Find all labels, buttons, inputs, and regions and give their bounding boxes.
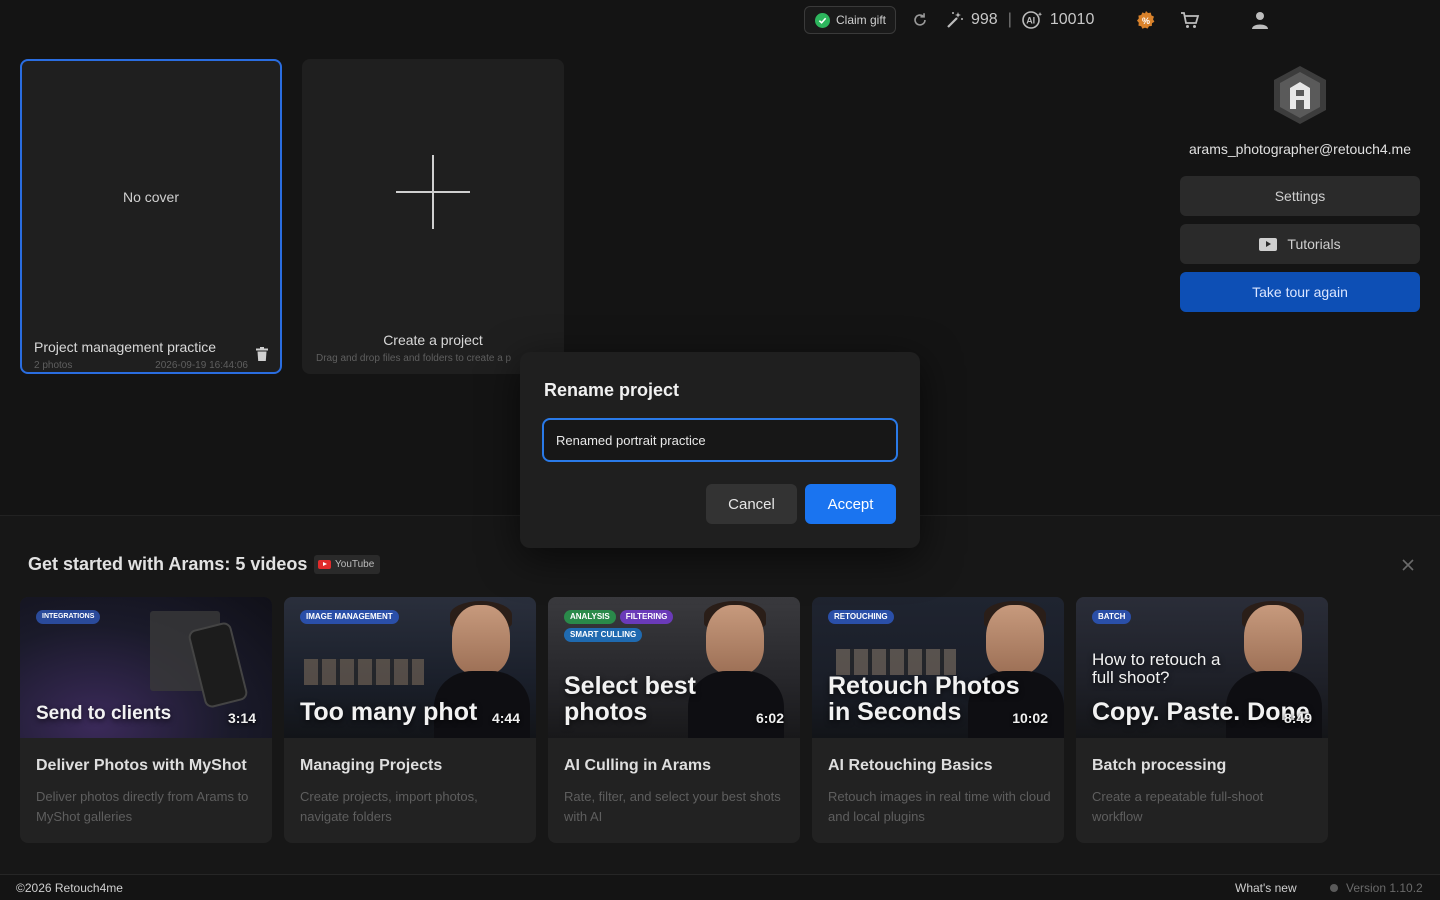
plus-icon <box>396 155 470 229</box>
svg-text:%: % <box>1142 16 1150 26</box>
project-card[interactable]: No cover Project management practice 2 p… <box>20 59 282 374</box>
video-overlay-text: Send to clients <box>36 703 172 724</box>
video-tag: SMART CULLING <box>564 628 643 642</box>
video-duration: 6:02 <box>755 710 784 726</box>
ai-credits-value: 10010 <box>1049 11 1095 28</box>
video-title: Managing Projects <box>300 757 443 774</box>
video-description: Retouch images in real time with cloud a… <box>828 789 1051 824</box>
video-tag: BATCH <box>1092 610 1132 624</box>
video-overlay-text: Too many phot <box>300 698 478 726</box>
video-card[interactable]: INTEGRATIONS Send to clients 3:14 Delive… <box>20 597 272 843</box>
video-tags: BATCH <box>1092 610 1232 624</box>
video-description: Deliver photos directly from Arams to My… <box>36 789 249 824</box>
whats-new-link[interactable]: What's new <box>1235 881 1297 895</box>
ai-credits-icon: AI <box>1022 11 1043 29</box>
video-thumbnail: ANALYSIS FILTERING SMART CULLING Select … <box>548 597 800 738</box>
trash-icon[interactable] <box>256 347 268 361</box>
youtube-icon <box>318 560 331 569</box>
video-title: AI Retouching Basics <box>828 757 993 774</box>
create-project-hint: Drag and drop files and folders to creat… <box>316 353 512 364</box>
take-tour-button[interactable]: Take tour again <box>1180 272 1420 312</box>
video-tag: ANALYSIS <box>564 610 616 624</box>
credits-separator: | <box>1007 11 1012 28</box>
video-card[interactable]: RETOUCHING Retouch Photos in Seconds 10:… <box>812 597 1064 843</box>
magic-credits-value: 998 <box>971 11 998 28</box>
video-thumbnail: IMAGE MANAGEMENT Too many phot 4:44 <box>284 597 536 738</box>
video-tag: RETOUCHING <box>828 610 894 624</box>
rename-project-dialog: Rename project Cancel Accept <box>520 352 920 548</box>
cancel-button[interactable]: Cancel <box>706 484 797 524</box>
refresh-icon[interactable] <box>911 11 929 29</box>
check-circle-icon <box>815 12 830 28</box>
take-tour-label: Take tour again <box>1252 284 1348 300</box>
video-thumbnail: RETOUCHING Retouch Photos in Seconds 10:… <box>812 597 1064 738</box>
close-icon[interactable] <box>1400 557 1416 573</box>
video-tags: IMAGE MANAGEMENT <box>300 610 440 624</box>
video-thumbnail: BATCH How to retouch a full shoot? Copy.… <box>1076 597 1328 738</box>
settings-button[interactable]: Settings <box>1180 176 1420 216</box>
video-card[interactable]: BATCH How to retouch a full shoot? Copy.… <box>1076 597 1328 843</box>
version-label: Version 1.10.2 <box>1346 881 1423 895</box>
project-photo-count: 2 photos <box>34 360 73 371</box>
create-project-card[interactable]: Create a project Drag and drop files and… <box>302 59 564 374</box>
video-card[interactable]: ANALYSIS FILTERING SMART CULLING Select … <box>548 597 800 843</box>
youtube-badge: YouTube <box>314 555 381 574</box>
version-info: Version 1.10.2 <box>1330 881 1423 895</box>
cart-icon[interactable] <box>1180 10 1200 30</box>
credits-counter[interactable]: 998 | AI 10010 <box>945 8 1094 32</box>
arams-logo-avatar <box>1274 66 1326 124</box>
youtube-badge-label: YouTube <box>335 559 375 570</box>
video-overlay-text: Copy. Paste. Done <box>1092 698 1310 726</box>
play-video-icon <box>1259 237 1278 251</box>
accept-button[interactable]: Accept <box>805 484 896 524</box>
profile-email: arams_photographer@retouch4.me <box>1188 141 1411 157</box>
video-description: Create projects, import photos, navigate… <box>300 789 478 824</box>
project-date: 2026-09-19 16:44:06 <box>155 360 248 371</box>
project-name-input[interactable] <box>542 418 898 462</box>
svg-text:AI: AI <box>1026 16 1035 26</box>
claim-gift-label: Claim gift <box>836 13 887 27</box>
video-tags: INTEGRATIONS <box>36 610 176 624</box>
videos-section: Get started with Arams: 5 videos YouTube… <box>0 515 1440 874</box>
videos-heading: Get started with Arams: 5 videos <box>28 554 308 574</box>
video-tag: FILTERING <box>619 610 674 624</box>
project-meta: 2 photos 2026-09-19 16:44:06 <box>34 360 248 371</box>
claim-gift-button[interactable]: Claim gift <box>804 6 896 34</box>
video-title: Deliver Photos with MyShot <box>36 757 247 774</box>
video-description: Rate, filter, and select your best shots… <box>564 789 781 824</box>
video-tag: IMAGE MANAGEMENT <box>300 610 399 624</box>
video-title: Batch processing <box>1092 757 1227 774</box>
dialog-title: Rename project <box>544 380 680 400</box>
tutorials-label: Tutorials <box>1287 236 1341 252</box>
video-duration: 4:44 <box>491 710 520 726</box>
create-project-title: Create a project <box>383 332 483 348</box>
footer: ©2026 Retouch4me What's new Version 1.10… <box>0 874 1440 900</box>
video-overlay-text: Select best photos <box>564 672 697 726</box>
video-tag: INTEGRATIONS <box>36 610 101 624</box>
copyright-text: ©2026 Retouch4me <box>16 881 123 895</box>
tutorials-button[interactable]: Tutorials <box>1180 224 1420 264</box>
no-cover-text: No cover <box>122 189 180 205</box>
video-overlay-subtext: How to retouch a full shoot? <box>1092 650 1221 687</box>
video-tags: ANALYSIS FILTERING SMART CULLING <box>564 610 704 642</box>
user-icon[interactable] <box>1250 10 1270 30</box>
video-duration: 3:14 <box>227 710 256 726</box>
settings-label: Settings <box>1274 188 1326 204</box>
video-duration: 10:02 <box>1012 710 1048 726</box>
status-dot-icon <box>1330 884 1338 892</box>
top-bar: Claim gift 998 | AI 10010 % <box>0 0 1440 40</box>
project-title: Project management practice <box>34 339 217 355</box>
video-thumbnail: INTEGRATIONS Send to clients 3:14 <box>20 597 272 738</box>
discount-badge-icon[interactable]: % <box>1136 10 1156 30</box>
video-tags: RETOUCHING <box>828 610 968 624</box>
video-description: Create a repeatable full-shoot workflow <box>1092 789 1264 824</box>
video-title: AI Culling in Arams <box>564 757 711 774</box>
magic-wand-icon <box>947 12 963 28</box>
video-duration: 8:49 <box>1283 710 1312 726</box>
video-card[interactable]: IMAGE MANAGEMENT Too many phot 4:44 Mana… <box>284 597 536 843</box>
